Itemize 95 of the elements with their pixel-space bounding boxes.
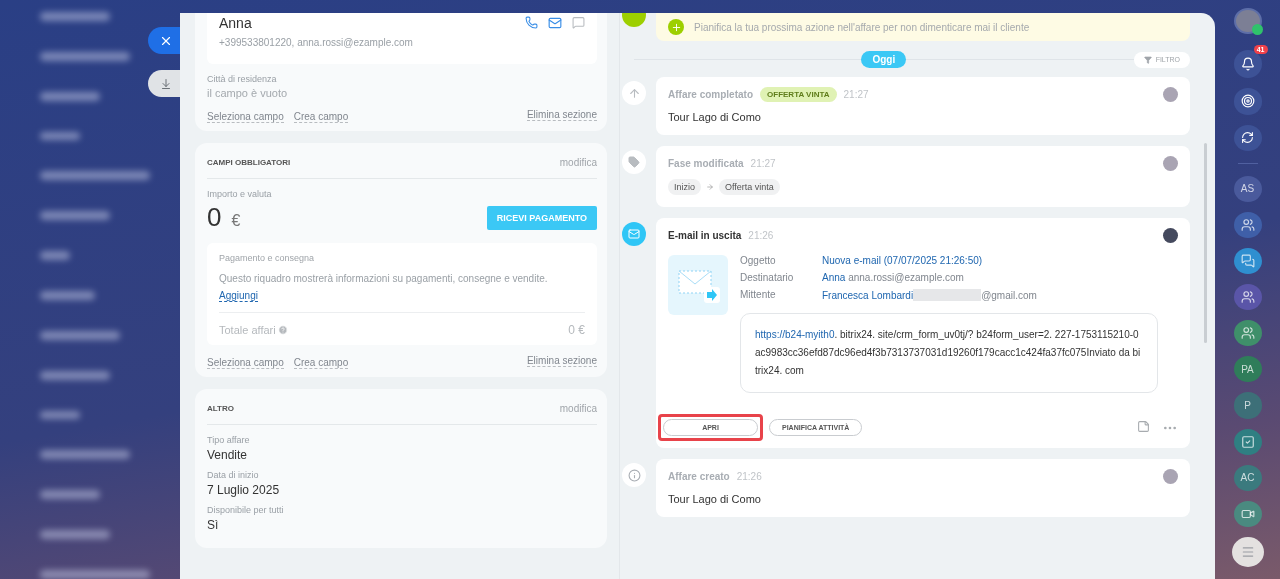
user-avatar — [1163, 156, 1178, 171]
filter-icon — [1143, 55, 1152, 64]
contact-details: +399533801220, anna.rossi@ezample.com — [219, 37, 414, 48]
delete-section-link[interactable]: Elimina sezione — [526, 355, 597, 367]
field-value: 7 Luglio 2025 — [207, 483, 281, 497]
day-label: Oggi — [861, 51, 907, 68]
target-button[interactable] — [1233, 88, 1262, 115]
mail-field-label: Oggetto — [740, 255, 777, 266]
chat-avatar[interactable] — [1233, 284, 1262, 311]
chat-avatar[interactable]: AS — [1233, 175, 1262, 202]
menu-icon — [1240, 545, 1255, 560]
field-label: Data di inizio — [207, 470, 260, 480]
total-value: 0 € — [568, 323, 585, 337]
event-title: E-mail in uscita — [668, 230, 742, 241]
checkbox-icon — [1240, 434, 1255, 449]
field-label: Importo e valuta — [207, 189, 273, 199]
field-link[interactable]: Seleziona campo — [207, 111, 284, 123]
minimize-button[interactable] — [148, 70, 180, 97]
section-title: ALTRO — [207, 404, 234, 413]
sync-icon — [1241, 131, 1254, 145]
message-text: https://b24-myith0. bitrix24. site/crm_form_uv0tj/? b24form_user=2. 227-1753115210-0ac9983cc36efd87dc96ed4f3b7313737031d19260f179cacc1c424fa37fc075Inviato da bitrix24. com — [740, 313, 1158, 393]
mail-field-value[interactable]: Anna — [822, 272, 846, 283]
currency-symbol: € — [231, 212, 241, 230]
box-title: Pagamento e consegna — [219, 253, 316, 263]
chat-avatar[interactable]: P — [1233, 392, 1262, 419]
envelope-icon — [668, 255, 728, 315]
people-icon — [1240, 217, 1255, 232]
section-title: CAMPI OBBLIGATORI — [207, 158, 291, 167]
field-label: Disponibile per tutti — [207, 505, 285, 515]
menu-button[interactable] — [1231, 537, 1264, 568]
target-icon — [1240, 94, 1255, 109]
bell-icon — [1240, 57, 1255, 72]
field-link[interactable]: Seleziona campo — [207, 357, 284, 369]
chat-icon — [1240, 253, 1255, 268]
user-avatar[interactable] — [1233, 8, 1262, 35]
user-avatar — [1163, 469, 1178, 484]
mail-field-value[interactable]: Nuova e-mail (07/07/2025 21:26:50) — [822, 255, 983, 266]
total-label: Totale affari — [219, 324, 276, 336]
chat-avatar[interactable] — [1233, 428, 1262, 455]
field-value: Sì — [207, 518, 220, 532]
edit-link[interactable]: modifica — [559, 403, 597, 414]
arrow-down-icon — [160, 77, 172, 90]
chat-avatar[interactable] — [1233, 500, 1262, 528]
event-text: Tour Lago di Como — [668, 493, 762, 505]
chat-avatar[interactable] — [1233, 320, 1262, 347]
event-title: Fase modificata — [668, 158, 744, 169]
amount-value: 0 — [207, 202, 222, 233]
chat-avatar[interactable]: AC — [1233, 464, 1262, 491]
info-icon — [622, 463, 646, 487]
field-link[interactable]: Crea campo — [293, 111, 349, 123]
event-title: Affare completato — [668, 89, 753, 100]
chat-avatar[interactable]: PA — [1233, 356, 1262, 383]
box-text: Questo riquadro mostrerà informazioni su pagamenti, consegne e vendite. — [219, 273, 549, 284]
event-title: Affare creato — [668, 471, 730, 482]
contact-name[interactable]: Anna — [219, 15, 252, 31]
user-avatar — [1163, 228, 1178, 243]
stage-tag: Offerta vinta — [719, 179, 780, 195]
user-avatar — [1163, 87, 1178, 102]
arrow-up-icon — [622, 81, 646, 105]
tag-icon — [622, 150, 646, 174]
phone-icon[interactable] — [525, 16, 538, 29]
people-icon — [1240, 290, 1255, 305]
event-time: 21:27 — [843, 89, 869, 100]
scrollbar[interactable] — [1204, 143, 1207, 343]
mail-field-label: Destinatario — [740, 272, 795, 283]
sync-button[interactable] — [1233, 124, 1262, 151]
email-address: anna.rossi@ezample.com — [847, 272, 964, 283]
notifications-button[interactable] — [1233, 50, 1262, 79]
email-address: @gmail.com — [981, 289, 1037, 301]
add-activity-box[interactable]: Pianifica la tua prossima azione nell'affare per non dimenticare mai il cliente — [656, 13, 1190, 41]
arrow-icon — [706, 183, 714, 191]
stage-tag: Inizio — [668, 179, 701, 195]
people-icon — [1240, 326, 1255, 341]
close-button[interactable] — [148, 27, 180, 54]
field-label: Città di residenza — [207, 74, 278, 84]
mail-icon — [622, 222, 646, 246]
event-text: Tour Lago di Como — [668, 111, 762, 123]
add-link[interactable]: Aggiungi — [219, 290, 258, 302]
hint-text: Pianifica la tua prossima azione nell'affare per non dimenticare mai il cliente — [694, 21, 1030, 33]
mail-icon[interactable] — [548, 16, 562, 30]
mail-field-label: Mittente — [740, 289, 777, 301]
delete-section-link[interactable]: Elimina sezione — [526, 109, 597, 121]
field-value: il campo è vuoto — [207, 87, 289, 99]
field-label: Tipo affare — [207, 435, 251, 445]
status-badge: OFFERTA VINTA — [760, 87, 837, 102]
chat-avatar[interactable] — [1233, 211, 1262, 238]
field-value: Vendite — [207, 448, 249, 462]
event-time: 21:26 — [736, 471, 762, 482]
event-time: 21:27 — [750, 158, 776, 169]
event-time: 21:26 — [748, 230, 774, 241]
chat-avatar[interactable] — [1233, 247, 1262, 275]
edit-link[interactable]: modifica — [559, 157, 597, 168]
field-link[interactable]: Crea campo — [293, 357, 349, 369]
payment-button[interactable]: RICEVI PAGAMENTO — [486, 205, 597, 230]
mail-field-value[interactable]: Francesca Lombardi — [822, 289, 914, 301]
